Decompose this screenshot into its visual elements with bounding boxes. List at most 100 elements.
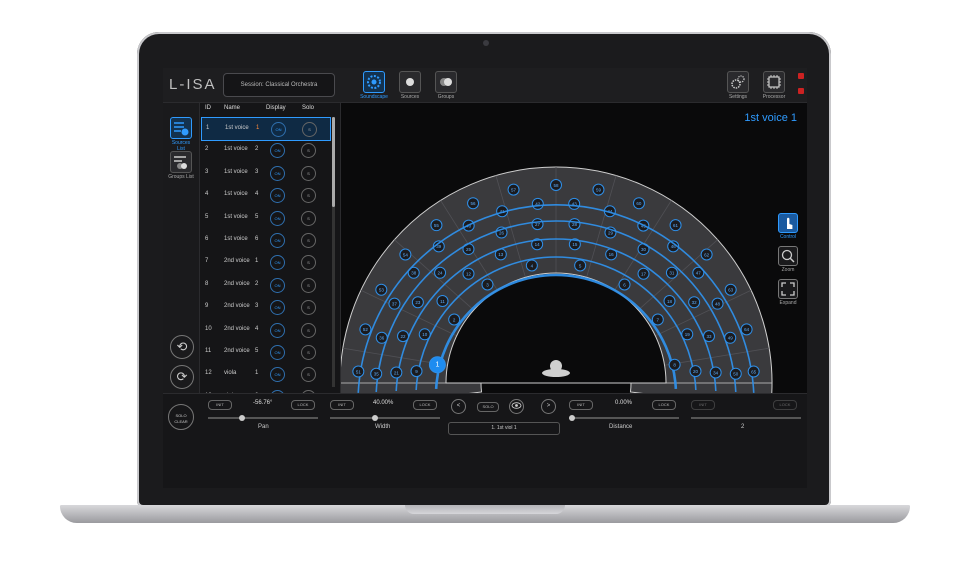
width-knob[interactable] [371,415,378,421]
source-node[interactable]: 34 [709,366,722,379]
source-node[interactable]: 23 [411,296,424,309]
scroll-thumb[interactable] [332,117,335,207]
expand-button[interactable]: Expand [777,279,799,306]
source-node[interactable]: 12 [462,267,475,280]
display-toggle[interactable]: ON [270,210,285,226]
solo-toggle[interactable]: S [301,277,316,293]
redo-button[interactable]: ⟳ [170,365,194,389]
stage-canvas[interactable]: 1234 567891011121314 151617181920212223242… [341,103,807,393]
source-node[interactable]: 6 [618,278,631,291]
source-node[interactable]: 2 [448,313,461,326]
source-node[interactable]: 53 [375,283,388,296]
source-node[interactable]: 65 [747,365,760,378]
source-node[interactable]: 35 [370,367,383,380]
pan-value[interactable]: -56.76° [253,400,272,406]
source-node[interactable]: 9 [410,365,423,378]
aux-lock-button[interactable]: LOCK [773,400,797,410]
solo-toggle[interactable]: S [301,143,316,159]
source-node[interactable]: 52 [359,323,372,336]
list-item[interactable]: 5 1st voice 5 ON S [201,207,329,229]
pan-lock-button[interactable]: LOCK [291,400,315,410]
tab-groups[interactable]: Groups [431,71,461,100]
settings-button[interactable]: Settings [723,71,753,100]
display-toggle[interactable]: ON [270,188,285,204]
pan-slider[interactable] [208,415,318,421]
solo-toggle[interactable]: S [301,300,316,316]
distance-knob[interactable] [569,415,575,421]
source-node[interactable]: 31 [665,266,678,279]
distance-init-button[interactable]: INIT [569,400,593,410]
solo-toggle[interactable]: S [301,165,316,181]
aux-init-button[interactable]: INIT [691,400,715,410]
display-toggle[interactable]: ON [271,122,286,137]
display-toggle[interactable]: ON [270,277,285,293]
source-node[interactable]: 27 [531,218,544,231]
next-source-button[interactable]: > [541,399,556,414]
source-node[interactable]: 17 [637,267,650,280]
list-item[interactable]: 12 viola 1 ON S [201,363,329,385]
list-item[interactable]: 8 2nd voice 2 ON S [201,274,329,296]
display-toggle[interactable]: ON [270,255,285,271]
source-name-field[interactable]: 1. 1st viol 1 [448,422,560,435]
width-slider[interactable] [330,415,440,421]
list-item[interactable]: 10 2nd voice 4 ON S [201,319,329,341]
source-node[interactable]: 8 [668,358,681,371]
previous-source-button[interactable]: < [451,399,466,414]
zoom-button[interactable]: Zoom [777,246,799,273]
source-node[interactable]: 55 [430,219,443,232]
source-node[interactable]: 36 [375,331,388,344]
list-item[interactable]: 3 1st voice 3 ON S [201,162,329,184]
tab-soundscape[interactable]: Soundscape [359,71,389,100]
aux-slider[interactable] [691,417,801,419]
source-node[interactable]: 57 [507,183,520,196]
session-name[interactable]: Session: Classical Orchestra [223,73,335,97]
tab-sources[interactable]: Sources [395,71,425,100]
solo-toggle[interactable]: S [301,367,316,383]
distance-slider[interactable] [569,415,679,421]
source-node[interactable]: 20 [689,365,702,378]
source-node[interactable]: 37 [388,297,401,310]
groups-list-button[interactable]: Groups List [168,151,194,180]
source-node[interactable]: 33 [702,330,715,343]
list-item[interactable]: 6 1st voice 6 ON S [201,229,329,251]
source-node[interactable]: 64 [740,323,753,336]
width-lock-button[interactable]: LOCK [413,400,437,410]
solo-toggle[interactable]: S [301,322,316,338]
display-toggle[interactable]: ON [270,345,285,360]
source-node[interactable]: 60 [632,197,645,210]
minimize-icon[interactable] [798,88,804,94]
display-toggle[interactable]: ON [270,322,285,338]
list-item[interactable]: 1 1st voice 1 ON S [201,117,331,141]
solo-toggle[interactable]: S [301,255,316,271]
source-node[interactable]: 62 [700,248,713,261]
width-init-button[interactable]: INIT [330,400,354,410]
list-item[interactable]: 11 2nd voice 5 ON S [201,341,329,363]
distance-lock-button[interactable]: LOCK [652,400,676,410]
display-toggle[interactable]: ON [270,143,285,159]
undo-button[interactable]: ⟲ [170,335,194,359]
close-icon[interactable] [798,73,804,79]
source-node[interactable]: 7 [651,313,664,326]
solo-toggle[interactable]: S [301,345,316,360]
source-node[interactable]: 32 [688,296,701,309]
display-toggle[interactable]: ON [270,233,285,248]
source-node[interactable]: 59 [592,183,605,196]
source-node[interactable]: 43 [568,197,581,210]
source-node[interactable]: 48 [711,297,724,310]
processor-button[interactable]: Processor [759,71,789,100]
source-node[interactable]: 42 [531,197,544,210]
list-item[interactable]: 4 1st voice 4 ON S [201,184,329,206]
list-item[interactable]: 2 1st voice 2 ON S [201,139,329,161]
view-toggle-button[interactable] [509,399,524,414]
source-node[interactable]: 22 [397,330,410,343]
source-node[interactable]: 1 [428,356,446,374]
solo-clear-button[interactable]: SOLO CLEAR [168,404,194,430]
source-node[interactable]: 21 [390,366,403,379]
list-item[interactable]: 7 2nd voice 1 ON S [201,251,329,273]
distance-value[interactable]: 0.00% [615,400,632,406]
source-node[interactable]: 63 [724,283,737,296]
display-toggle[interactable]: ON [270,165,285,181]
display-toggle[interactable]: ON [270,300,285,316]
source-node[interactable]: 51 [352,365,365,378]
pan-init-button[interactable]: INIT [208,400,232,410]
